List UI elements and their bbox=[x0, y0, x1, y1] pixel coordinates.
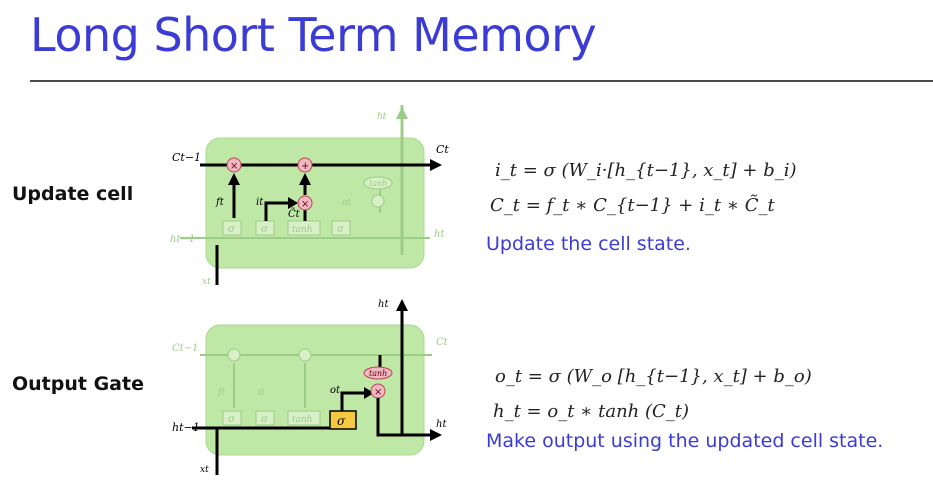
svg-text:xt: xt bbox=[200, 465, 209, 475]
section-label-update-cell: Update cell bbox=[12, 183, 134, 205]
output-gate-label: ot bbox=[330, 385, 341, 396]
svg-text:×: × bbox=[374, 387, 382, 398]
x-t-label: xt bbox=[202, 277, 211, 287]
h-t-top-faded-label: ht bbox=[377, 112, 387, 122]
svg-text:σ: σ bbox=[261, 414, 269, 425]
mult-faded-node bbox=[371, 194, 385, 208]
description-output-gate: Make output using the updated cell state… bbox=[486, 430, 884, 452]
o-t-faded-label: ot bbox=[342, 198, 351, 208]
svg-text:tanh: tanh bbox=[292, 415, 313, 425]
section-label-output-gate: Output Gate bbox=[12, 373, 144, 395]
svg-text:σ: σ bbox=[228, 414, 236, 425]
forget-label: ft bbox=[215, 197, 225, 208]
equation-cell-update: C_t = f_t ∗ C_{t−1} + i_t ∗ C̃_t bbox=[490, 195, 775, 216]
svg-text:σ: σ bbox=[337, 414, 346, 428]
cell-block bbox=[205, 137, 425, 269]
svg-text:×: × bbox=[301, 199, 309, 210]
equation-input-gate: i_t = σ (W_i·[h_{t−1}, x_t] + b_i) bbox=[495, 160, 797, 181]
h-prev-faded-label: ht−1 bbox=[170, 234, 195, 245]
h-t-right-faded-label: ht bbox=[434, 229, 445, 240]
svg-text:σ: σ bbox=[228, 224, 236, 235]
svg-text:it: it bbox=[258, 388, 265, 398]
input-gate-label: it bbox=[256, 197, 264, 208]
equation-hidden-output: h_t = o_t ∗ tanh (C_t) bbox=[493, 401, 690, 422]
lstm-diagram-output-gate: Ct−1 Ct ft it σ σ tanh ht−1 xt σ ot tanh… bbox=[172, 299, 449, 475]
candidate-label: C̃t bbox=[288, 208, 301, 220]
c-t-label: Ct bbox=[436, 143, 449, 156]
svg-text:+: + bbox=[301, 161, 309, 172]
svg-text:ft: ft bbox=[217, 388, 225, 398]
svg-text:ht: ht bbox=[378, 299, 389, 310]
svg-text:×: × bbox=[230, 161, 238, 172]
svg-text:Ct: Ct bbox=[436, 337, 449, 348]
page-title: Long Short Term Memory bbox=[30, 8, 597, 62]
svg-text:σ: σ bbox=[261, 224, 269, 235]
description-update-cell: Update the cell state. bbox=[486, 233, 691, 255]
svg-text:Ct−1: Ct−1 bbox=[172, 343, 198, 354]
svg-text:σ: σ bbox=[337, 224, 345, 235]
svg-text:tanh: tanh bbox=[292, 225, 313, 235]
equation-output-gate: o_t = σ (W_o [h_{t−1}, x_t] + b_o) bbox=[495, 366, 812, 387]
lstm-diagram-update-cell: ht ht−1 ht tanh σ σ tanh σ xt Ct−1 Ct ft… bbox=[170, 105, 449, 287]
c-prev-label: Ct−1 bbox=[172, 151, 201, 164]
title-divider bbox=[30, 80, 933, 82]
svg-text:tanh: tanh bbox=[369, 369, 387, 378]
svg-text:ht: ht bbox=[436, 419, 447, 430]
svg-text:tanh: tanh bbox=[369, 179, 387, 188]
